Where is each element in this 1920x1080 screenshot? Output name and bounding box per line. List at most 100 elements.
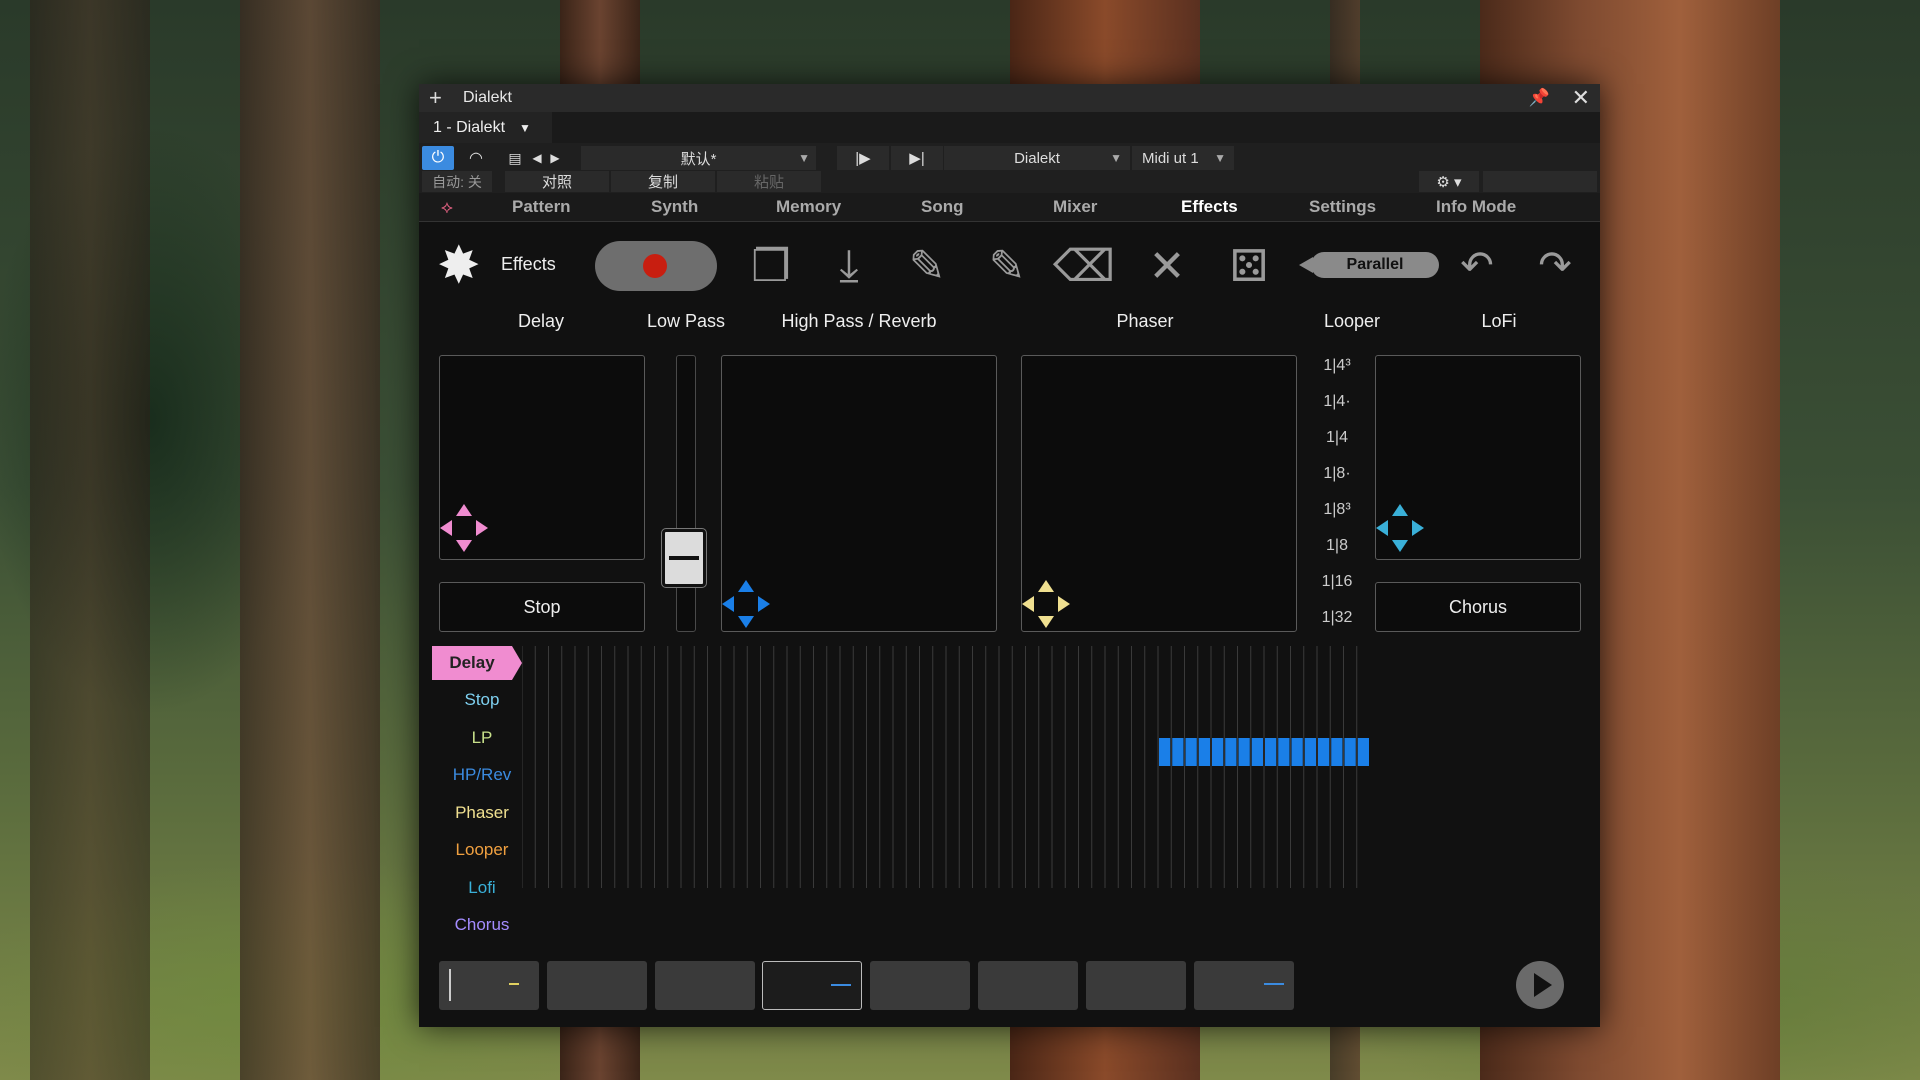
pencil-4-icon[interactable]: ✎ [899, 240, 955, 292]
tab-info-mode[interactable]: Info Mode [1436, 193, 1516, 221]
active-step[interactable] [1331, 738, 1343, 766]
pin-icon[interactable]: 📌 [1529, 88, 1550, 108]
pattern-pad[interactable] [654, 961, 755, 1010]
lowpass-fader-knob[interactable] [661, 527, 707, 588]
power-button[interactable]: ⏻ [422, 146, 454, 170]
compare-button[interactable]: 对照 [505, 171, 609, 192]
paste-button[interactable]: 粘贴 [717, 171, 821, 192]
input-routing-button[interactable]: |▶ [837, 146, 889, 170]
looper-division[interactable]: 1|4· [1312, 384, 1362, 420]
document-icon[interactable]: ▤ [505, 146, 525, 170]
active-step[interactable] [1278, 738, 1290, 766]
looper-division[interactable]: 1|16 [1312, 564, 1362, 600]
active-step[interactable] [1185, 738, 1197, 766]
eraser-icon[interactable]: ⌫ [1053, 240, 1115, 292]
stop-button[interactable]: Stop [439, 582, 645, 632]
pattern-pad[interactable] [870, 961, 971, 1010]
active-step[interactable] [1172, 738, 1184, 766]
copy-button[interactable]: 复制 [611, 171, 715, 192]
active-step[interactable] [1318, 738, 1330, 766]
device-dropdown[interactable]: Dialekt ▼ [944, 146, 1130, 170]
pattern-pad[interactable] [439, 961, 539, 1010]
delay-xy-handle[interactable] [440, 504, 488, 552]
active-step[interactable] [1238, 738, 1250, 766]
lowpass-fader-track[interactable] [676, 355, 696, 632]
pattern-pad[interactable] [978, 961, 1078, 1010]
active-step[interactable] [1357, 738, 1369, 766]
looper-division[interactable]: 1|8 [1312, 528, 1362, 564]
clear-icon[interactable]: ✕ [1139, 240, 1195, 292]
arrow-left-icon [722, 596, 734, 612]
looper-division[interactable]: 1|32 [1312, 600, 1362, 636]
pattern-indicator [1263, 983, 1284, 985]
active-step[interactable] [1198, 738, 1210, 766]
looper-division[interactable]: 1|4³ [1312, 348, 1362, 384]
mode-label: Parallel [1346, 256, 1404, 273]
redo-icon[interactable]: ↷ [1527, 240, 1583, 292]
output-routing-button[interactable]: ▶| [891, 146, 943, 170]
arrow-down-icon [1392, 540, 1408, 552]
preset-name: 默认* [680, 150, 717, 168]
lane-label-stop[interactable]: Stop [432, 683, 532, 717]
previous-preset-icon[interactable]: ◀ [529, 146, 545, 170]
active-step[interactable] [1291, 738, 1303, 766]
automation-toggle[interactable]: 自动: 关 [422, 171, 492, 192]
play-button[interactable] [1516, 961, 1564, 1009]
hp-reverb-xy-handle[interactable] [722, 580, 770, 628]
tab-synth[interactable]: Synth [651, 193, 698, 221]
tab-effects[interactable]: Effects [1181, 193, 1238, 221]
pattern-pad[interactable] [1085, 961, 1186, 1010]
chorus-button[interactable]: Chorus [1375, 582, 1581, 632]
record-toggle[interactable] [595, 241, 717, 291]
arrow-left-icon [1022, 596, 1034, 612]
lofi-xy-handle[interactable] [1376, 504, 1424, 552]
background-tree [240, 0, 380, 1080]
lane-label-phaser[interactable]: Phaser [432, 796, 532, 830]
tab-pattern[interactable]: Pattern [512, 193, 571, 221]
hp-reverb-xy-pad[interactable] [721, 355, 997, 632]
preset-dropdown[interactable]: 默认* ▼ [581, 146, 816, 170]
active-step[interactable] [1251, 738, 1263, 766]
preset-slot-dropdown[interactable]: 1 - Dialekt ▼ [419, 112, 552, 143]
delay-xy-pad[interactable] [439, 355, 645, 560]
phaser-xy-handle[interactable] [1022, 580, 1070, 628]
lane-label-chorus[interactable]: Chorus [432, 908, 532, 942]
lofi-xy-pad[interactable] [1375, 355, 1581, 560]
dice-icon[interactable]: ⚄ [1221, 240, 1277, 292]
lane-label-lofi[interactable]: Lofi [432, 871, 532, 905]
next-preset-icon[interactable]: ▶ [547, 146, 563, 170]
active-step[interactable] [1265, 738, 1277, 766]
lane-label-lp[interactable]: LP [432, 721, 532, 755]
preset-bar: 1 - Dialekt ▼ [419, 112, 1600, 143]
pattern-pad[interactable] [546, 961, 647, 1010]
active-step[interactable] [1304, 738, 1316, 766]
gear-icon[interactable]: ⚙ ▾ [1419, 171, 1479, 192]
parallel-mode-toggle[interactable]: Parallel [1299, 252, 1439, 278]
pattern-pad[interactable] [1193, 961, 1294, 1010]
phaser-xy-pad[interactable] [1021, 355, 1297, 632]
tab-mixer[interactable]: Mixer [1053, 193, 1097, 221]
looper-division[interactable]: 1|8³ [1312, 492, 1362, 528]
tab-memory[interactable]: Memory [776, 193, 841, 221]
lane-label-hprev[interactable]: HP/Rev [432, 758, 532, 792]
tab-settings[interactable]: Settings [1309, 193, 1376, 221]
undo-icon[interactable]: ↶ [1449, 240, 1505, 292]
lane-label-delay[interactable]: Delay [432, 646, 522, 680]
active-step[interactable] [1344, 738, 1356, 766]
duplicate-icon[interactable]: ❐ [743, 240, 799, 292]
active-step[interactable] [1225, 738, 1237, 766]
add-icon[interactable]: + [429, 84, 449, 112]
pattern-pad[interactable] [762, 961, 863, 1010]
close-icon[interactable]: ✕ [1572, 84, 1590, 112]
headphones-icon[interactable]: ◠ [459, 146, 493, 170]
midi-dropdown[interactable]: Midi ut 1 ▼ [1132, 146, 1234, 170]
looper-division[interactable]: 1|8· [1312, 456, 1362, 492]
active-step[interactable] [1212, 738, 1224, 766]
looper-division[interactable]: 1|4 [1312, 420, 1362, 456]
lane-label-looper[interactable]: Looper [432, 833, 532, 867]
tab-song[interactable]: Song [921, 193, 964, 221]
active-step[interactable] [1159, 738, 1171, 766]
download-icon[interactable]: ⤓ [821, 240, 877, 292]
step-sequencer-grid[interactable] [522, 646, 1582, 946]
random-pencil-icon[interactable]: ✎ [979, 240, 1035, 292]
